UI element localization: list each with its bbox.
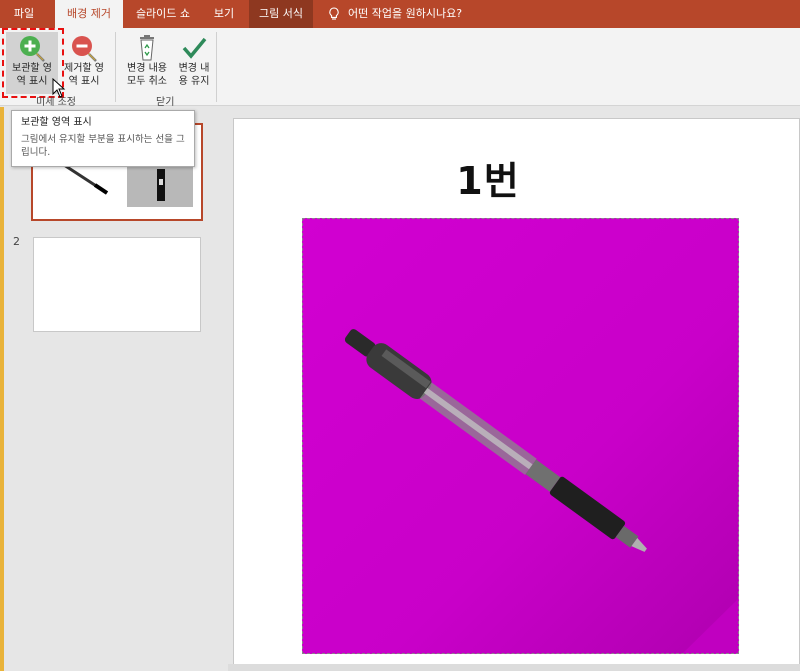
keep-changes-label-line2: 용 유지: [178, 76, 210, 87]
discard-label-line1: 변경 내용: [127, 63, 167, 74]
mouse-cursor-icon: [52, 78, 66, 98]
ribbon-separator: [216, 32, 217, 102]
recycle-bin-icon: [140, 35, 154, 61]
mark-remove-label-line1: 제거할 영: [64, 63, 104, 74]
discard-label-line2: 모두 취소: [127, 76, 167, 87]
keep-changes-button[interactable]: 변경 내 용 유지: [168, 32, 220, 94]
keep-changes-label-line1: 변경 내: [178, 63, 210, 74]
checkmark-icon: [182, 37, 207, 59]
tab-slide-show[interactable]: 슬라이드 쇼: [128, 0, 198, 28]
tell-me-text: 어떤 작업을 원하시나요?: [348, 7, 463, 20]
ribbon-separator: [115, 32, 116, 102]
discard-all-changes-button[interactable]: 변경 내용 모두 취소: [121, 32, 173, 94]
tab-view[interactable]: 보기: [205, 0, 243, 28]
pen-photo[interactable]: [302, 218, 739, 654]
powerpoint-window: 파일 배경 제거 슬라이드 쇼 보기 그림 서식 어떤 작업을 원하시나요? 보…: [0, 0, 800, 671]
ribbon-tab-bar: 파일 배경 제거 슬라이드 쇼 보기 그림 서식 어떤 작업을 원하시나요?: [0, 0, 800, 28]
tooltip-body: 그림에서 유지할 부분을 표시하는 선을 그립니다.: [21, 134, 185, 158]
group-label-close: 닫기: [156, 97, 175, 108]
tell-me-search[interactable]: 어떤 작업을 원하시나요?: [328, 0, 462, 28]
slide-number: 2: [13, 235, 20, 248]
lightbulb-icon: [329, 7, 339, 20]
ribbon-panel: [0, 28, 800, 106]
tooltip: 보관할 영역 표시 그림에서 유지할 부분을 표시하는 선을 그립니다.: [11, 110, 195, 167]
tab-file[interactable]: 파일: [8, 0, 40, 28]
tab-picture-format[interactable]: 그림 서식: [249, 0, 313, 28]
pen-image: [303, 219, 738, 653]
minus-circle-icon: [72, 36, 97, 62]
tooltip-title: 보관할 영역 표시: [21, 117, 92, 128]
horizontal-scrollbar[interactable]: [228, 664, 800, 671]
tab-remove-background[interactable]: 배경 제거: [55, 0, 123, 28]
slide-title[interactable]: 1번: [233, 150, 743, 205]
slide-thumbnail-2[interactable]: [33, 237, 201, 332]
